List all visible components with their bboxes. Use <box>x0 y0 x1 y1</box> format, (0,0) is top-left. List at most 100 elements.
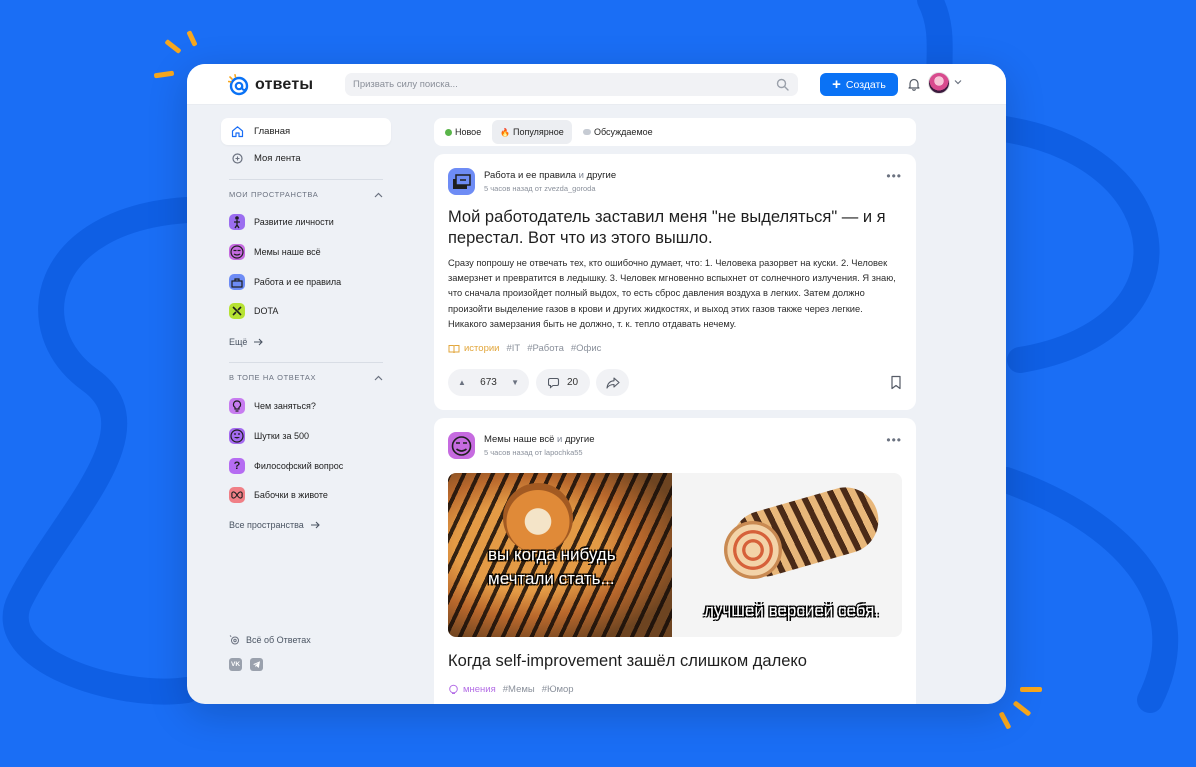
logo[interactable]: ответы <box>227 72 314 98</box>
spark-decoration <box>153 70 175 79</box>
upvote-icon[interactable]: ▲ <box>458 378 466 387</box>
create-button[interactable]: + Создать <box>820 73 898 96</box>
butterflies-icon <box>229 487 245 503</box>
top-spaces-heading[interactable]: В топе на Ответах <box>229 373 383 387</box>
post-space-and: и <box>557 434 563 445</box>
telegram-icon[interactable] <box>250 658 263 671</box>
question-icon: ? <box>229 458 245 474</box>
speech-bubble-icon <box>583 129 591 135</box>
spark-decoration <box>164 38 182 55</box>
vote-count: 673 <box>480 377 497 388</box>
post-header: Мемы наше всё и другие 5 часов назад от … <box>448 430 888 460</box>
sidebar-space-dota[interactable]: DOTA <box>229 300 389 322</box>
post-space: Мемы наше всё и другие <box>484 434 594 445</box>
about-label: Всё об Ответах <box>246 634 311 645</box>
tab-label: Новое <box>455 127 482 137</box>
bookmark-icon[interactable] <box>889 375 903 390</box>
post-space-link[interactable]: Работа и ее правила <box>484 170 576 181</box>
feed-tabs: Новое 🔥 Популярное Обсуждаемое <box>434 118 916 146</box>
logo-at-icon <box>227 74 250 96</box>
sidebar-space-what-to-do[interactable]: Чем заняться? <box>229 395 389 417</box>
more-link[interactable]: Ещё <box>229 337 264 347</box>
chevron-down-icon[interactable] <box>954 79 962 85</box>
my-spaces-heading[interactable]: Мои пространства <box>229 190 383 204</box>
app-window: ответы + Создать Главная <box>187 64 1006 704</box>
opinion-icon <box>449 684 458 694</box>
lightbulb-icon <box>229 398 245 414</box>
work-space-avatar[interactable] <box>448 168 475 195</box>
feed-icon <box>232 153 243 164</box>
post-space-link[interactable]: Мемы наше всё <box>484 434 554 445</box>
self-development-icon <box>229 214 245 230</box>
comment-icon <box>547 377 559 389</box>
vk-icon[interactable]: VK <box>229 658 242 671</box>
downvote-icon[interactable]: ▼ <box>511 378 519 387</box>
sidebar-space-memes[interactable]: Мемы наше всё <box>229 241 389 263</box>
search-box <box>345 73 798 96</box>
hashtag[interactable]: #Работа <box>527 343 564 354</box>
meme-image[interactable]: вы когда нибудь мечтали стать... лучшей … <box>448 473 902 637</box>
category-label: мнения <box>463 684 496 695</box>
sidebar-space-label: Работа и ее правила <box>254 277 342 287</box>
memes-space-avatar[interactable] <box>448 432 475 459</box>
social-links: VK <box>229 658 263 671</box>
chevron-up-icon <box>374 375 383 381</box>
divider <box>229 362 383 363</box>
search-input[interactable] <box>353 76 753 93</box>
sidebar-space-self-development[interactable]: Развитие личности <box>229 211 389 233</box>
post-actions: ▲ 673 ▼ 20 <box>448 369 903 396</box>
search-icon[interactable] <box>776 78 789 91</box>
green-dot-icon <box>445 128 452 136</box>
category-tag[interactable]: истории <box>448 343 499 354</box>
share-button[interactable] <box>596 369 629 396</box>
more-options-icon[interactable]: ••• <box>886 170 902 182</box>
home-icon <box>231 126 244 138</box>
category-tag[interactable]: мнения <box>448 684 496 695</box>
hashtag[interactable]: #IT <box>506 343 520 354</box>
tab-new[interactable]: Новое <box>437 120 489 144</box>
hashtag[interactable]: #Мемы <box>503 684 535 695</box>
about-link[interactable]: Всё об Ответах <box>229 634 311 645</box>
post-body: Сразу попрошу не отвечать тех, кто ошибо… <box>448 258 896 329</box>
sidebar-item-home[interactable]: Главная <box>221 118 391 145</box>
arrow-right-icon <box>254 338 264 346</box>
avatar[interactable] <box>928 72 950 94</box>
post-title[interactable]: Мой работодатель заставил меня "не выдел… <box>448 207 903 249</box>
logo-text: ответы <box>255 76 314 93</box>
tab-popular[interactable]: 🔥 Популярное <box>492 120 572 144</box>
post-others-link[interactable]: другие <box>565 434 595 445</box>
tab-discussed[interactable]: Обсуждаемое <box>575 120 661 144</box>
hashtag[interactable]: #Офис <box>571 343 602 354</box>
sidebar-space-butterflies[interactable]: Бабочки в животе <box>229 484 389 506</box>
post-others-link[interactable]: другие <box>587 170 617 181</box>
post-card: Мемы наше всё и другие 5 часов назад от … <box>434 418 916 704</box>
sidebar-item-label: Моя лента <box>254 153 301 164</box>
section-title: В топе на Ответах <box>229 373 317 382</box>
post-card: Работа и ее правила и другие 5 часов наз… <box>434 154 916 410</box>
spark-decoration <box>1012 700 1032 717</box>
sidebar-space-work[interactable]: Работа и ее правила <box>229 271 389 293</box>
more-options-icon[interactable]: ••• <box>886 434 902 446</box>
sidebar-item-feed[interactable]: Моя лента <box>221 145 391 172</box>
tab-label: Популярное <box>512 127 564 137</box>
post-meta: 5 часов назад от lapochka55 <box>484 448 583 457</box>
memes-icon <box>229 244 245 260</box>
fire-icon: 🔥 <box>500 127 510 137</box>
divider <box>229 179 383 180</box>
comments-button[interactable]: 20 <box>536 369 590 396</box>
hashtag[interactable]: #Юмор <box>542 684 574 695</box>
sidebar-space-label: DOTA <box>254 306 279 316</box>
all-spaces-link[interactable]: Все пространства <box>229 520 320 530</box>
post-tags: мнения #Мемы #Юмор <box>448 684 574 695</box>
sidebar-item-label: Главная <box>254 126 291 137</box>
bell-icon[interactable] <box>907 77 921 91</box>
sidebar-space-philosophy[interactable]: ? Философский вопрос <box>229 455 389 477</box>
post-space-and: и <box>578 170 584 181</box>
logo-small-icon <box>229 635 239 645</box>
post-title[interactable]: Когда self-improvement зашёл слишком дал… <box>448 651 903 672</box>
chevron-up-icon <box>374 192 383 198</box>
spark-decoration <box>1020 687 1042 692</box>
section-title: Мои пространства <box>229 190 319 199</box>
sidebar-space-jokes[interactable]: Шутки за 500 <box>229 425 389 447</box>
category-label: истории <box>464 343 500 354</box>
